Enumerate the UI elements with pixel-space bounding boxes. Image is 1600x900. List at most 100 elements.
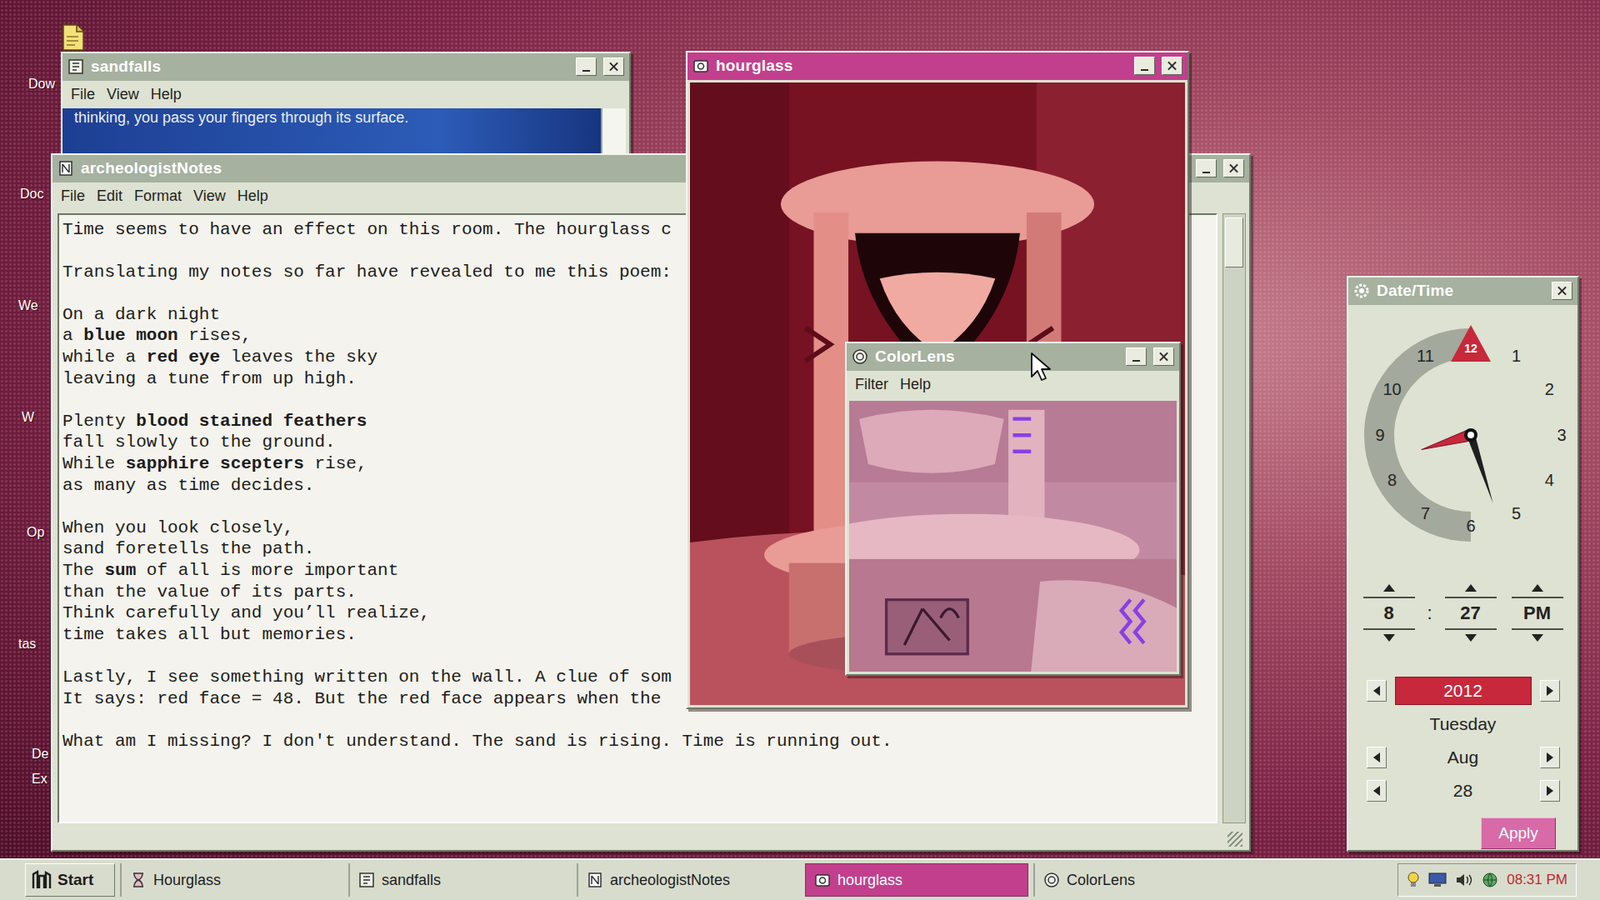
day-row: 28 (1348, 774, 1578, 808)
menu-item[interactable]: Filter (855, 373, 889, 396)
menu-item[interactable]: Help (150, 83, 182, 106)
right-arrow-icon (1546, 685, 1554, 696)
text-segment: red eye (146, 347, 220, 367)
up-arrow-icon (1531, 584, 1544, 592)
left-arrow-icon (1373, 785, 1380, 796)
next-button[interactable] (1540, 780, 1560, 802)
month-row: Aug (1348, 740, 1578, 775)
menu-item[interactable]: Help (237, 185, 269, 208)
clock-number: 9 (1375, 425, 1385, 445)
text-segment: Plenty (62, 411, 136, 431)
clock-number: 1 (1511, 346, 1521, 365)
next-button[interactable] (1540, 680, 1560, 702)
minute-spinner: 27 (1440, 580, 1502, 647)
minimize-button[interactable] (575, 57, 597, 76)
scrollbar-thumb[interactable] (1225, 217, 1244, 268)
title-bar[interactable]: ColorLens (846, 343, 1180, 371)
close-button[interactable] (1153, 347, 1175, 366)
close-button[interactable] (1161, 56, 1183, 75)
clock-number: 6 (1465, 516, 1475, 535)
menu-item[interactable]: File (60, 185, 85, 208)
desktop-icon-label[interactable]: Ex (31, 771, 48, 787)
decrement-button[interactable] (1511, 628, 1564, 647)
minimize-button[interactable] (1125, 347, 1147, 366)
desktop-icon-label[interactable]: Doc (20, 186, 44, 202)
document-icon (67, 58, 85, 75)
text-segment: fall slowly to the ground. (62, 432, 336, 452)
increment-button[interactable] (1363, 580, 1415, 599)
text-segment: The (62, 560, 105, 580)
title-bar[interactable]: hourglass (687, 52, 1188, 80)
taskbar-item[interactable]: Hourglass (120, 863, 344, 897)
taskbar-clock[interactable]: 08:31 PM (1506, 869, 1568, 891)
colorlens-window[interactable]: ColorLensFilter Help (845, 341, 1181, 676)
apply-button[interactable]: Apply (1480, 817, 1556, 850)
globe-icon (1481, 871, 1499, 889)
spinner-value[interactable]: 8 (1383, 598, 1394, 629)
date-value[interactable]: 28 (1395, 776, 1532, 805)
apply-row: Apply (1348, 817, 1578, 850)
desktop-icon-label[interactable]: Dow (28, 76, 55, 92)
desktop-icon-label[interactable]: tas (18, 636, 36, 652)
minimize-button[interactable] (1195, 159, 1217, 178)
decrement-button[interactable] (1363, 628, 1415, 647)
meridiem-spinner: PM (1506, 580, 1569, 647)
spinner-value[interactable]: 27 (1460, 598, 1480, 629)
menu-item[interactable]: File (70, 83, 95, 106)
text-segment: time takes all but memories. (62, 625, 357, 645)
date-value[interactable]: 2012 (1395, 676, 1532, 705)
resize-grip[interactable] (1227, 831, 1243, 847)
speaker-icon (1455, 872, 1474, 888)
text-line (62, 709, 1213, 731)
down-arrow-icon (1383, 634, 1395, 642)
title-bar[interactable]: Date/Time (1348, 277, 1578, 305)
text-segment: blood stained feathers (135, 411, 367, 431)
filtered-photo (849, 400, 1177, 673)
desktop-icon-label[interactable]: De (31, 746, 49, 762)
close-button[interactable] (1551, 281, 1573, 300)
taskbar-label: Hourglass (153, 869, 221, 892)
camera-icon (692, 57, 710, 75)
next-button[interactable] (1540, 746, 1560, 769)
clock-number: 2 (1545, 380, 1555, 399)
taskbar-item[interactable]: ColorLens (1033, 863, 1257, 897)
down-arrow-icon (1465, 634, 1477, 642)
increment-button[interactable] (1511, 580, 1564, 599)
datetime-window[interactable]: Date/Time1212345678910118:27PM2012Tuesda… (1346, 275, 1580, 852)
title-bar[interactable]: sandfalls (62, 53, 630, 81)
text-segment: Lastly, I see something written on the w… (62, 667, 672, 687)
desktop-icon-label[interactable]: Op (26, 525, 45, 540)
spinner-value[interactable]: PM (1523, 598, 1551, 629)
increment-button[interactable] (1445, 580, 1497, 599)
text-segment: rise, (304, 454, 368, 474)
menu-item[interactable]: Format (134, 185, 182, 208)
desktop-icon-label[interactable]: We (18, 298, 39, 314)
previous-button[interactable] (1366, 680, 1387, 702)
menu-item[interactable]: View (106, 83, 140, 106)
taskbar-item[interactable]: archeologistNotes (576, 863, 800, 897)
weekday-row: Tuesday (1348, 707, 1578, 741)
menu-item[interactable]: Help (900, 373, 931, 396)
start-button[interactable]: Start (25, 863, 115, 897)
scrollbar[interactable] (1222, 213, 1246, 825)
close-button[interactable] (603, 57, 625, 76)
decrement-button[interactable] (1445, 628, 1497, 647)
desktop-icon-label[interactable]: W (21, 410, 35, 425)
text-segment: sapphire scepters (125, 454, 305, 474)
date-value[interactable]: Aug (1395, 743, 1532, 772)
text-segment: Time seems to have an effect on this roo… (62, 220, 672, 240)
date-value[interactable]: Tuesday (1395, 710, 1532, 739)
previous-button[interactable] (1366, 746, 1387, 769)
clock-number: 3 (1556, 425, 1566, 445)
text-segment: as many as time decides. (62, 475, 315, 495)
minimize-button[interactable] (1134, 56, 1155, 75)
close-button[interactable] (1223, 159, 1245, 178)
taskbar-item[interactable]: sandfalls (348, 863, 572, 897)
text-line: What am I missing? I don't understand. T… (62, 730, 1213, 753)
taskbar-item[interactable]: hourglass (805, 863, 1029, 897)
document-icon (358, 871, 375, 889)
previous-button[interactable] (1366, 780, 1387, 802)
menu-item[interactable]: Edit (96, 185, 123, 208)
menu-item[interactable]: View (193, 185, 226, 208)
text-segment: It says: red face = 48. But the red face… (62, 689, 661, 709)
